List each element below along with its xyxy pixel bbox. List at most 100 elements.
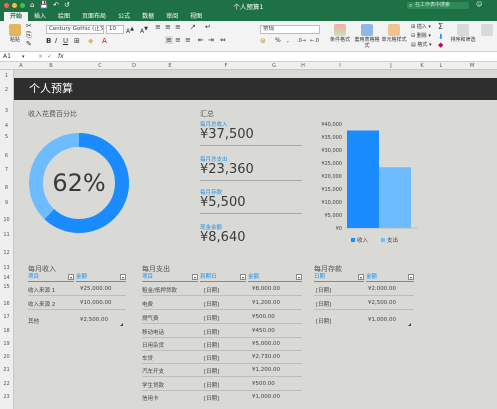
merge-center-icon[interactable]: ⇔	[220, 36, 226, 44]
tab-draw[interactable]: 绘图	[52, 12, 76, 21]
conditional-format-button[interactable]: 条件格式	[327, 24, 353, 43]
expense-item[interactable]: 汽车开支	[142, 367, 164, 375]
insert-function-button[interactable]: fx	[58, 52, 64, 62]
expense-due-date[interactable]: [日期]	[204, 354, 219, 362]
copy-icon[interactable]: ⎘	[26, 31, 32, 39]
expense-item[interactable]: 移动电话	[142, 328, 164, 336]
expense-item[interactable]: 信用卡	[142, 394, 159, 402]
chevron-down-icon[interactable]: ▾	[22, 52, 25, 62]
expense-amount[interactable]: ¥500.00	[252, 314, 275, 320]
income-amount[interactable]: ¥25,000.00	[80, 286, 112, 292]
expense-due-date[interactable]: [日期]	[204, 300, 219, 308]
row-header[interactable]: 7	[0, 167, 13, 173]
expense-due-date[interactable]: [日期]	[204, 394, 219, 402]
tab-data[interactable]: 数据	[136, 12, 160, 21]
insert-cells-button[interactable]: ⊞ 插入 ▾	[411, 23, 431, 30]
filter-dropdown-icon[interactable]: ▾	[408, 274, 414, 280]
row-header[interactable]: 14	[0, 275, 13, 281]
filter-dropdown-icon[interactable]: ▾	[68, 274, 74, 280]
savings-date[interactable]: [日期]	[316, 286, 331, 294]
filter-dropdown-icon[interactable]: ▾	[358, 274, 364, 280]
sheet-search-input[interactable]: ⌕ 在工作表中搜索	[407, 2, 469, 9]
row-header[interactable]: 21	[0, 367, 13, 373]
indent-decrease-icon[interactable]: ⇤	[198, 36, 204, 44]
expense-amount[interactable]: ¥500.00	[252, 381, 275, 387]
expense-due-date[interactable]: [日期]	[204, 341, 219, 349]
row-header[interactable]: 22	[0, 381, 13, 387]
column-header[interactable]: K	[414, 62, 430, 70]
row-header[interactable]: 12	[0, 250, 13, 256]
column-header[interactable]: L	[430, 62, 452, 70]
expense-amount[interactable]: ¥1,200.00	[252, 300, 280, 306]
row-header[interactable]: 11	[0, 232, 13, 238]
expense-amount[interactable]: ¥1,000.00	[252, 394, 280, 400]
row-header[interactable]: 6	[0, 153, 13, 159]
income-amount[interactable]: ¥10,000.00	[80, 300, 112, 306]
expense-due-date[interactable]: [日期]	[204, 328, 219, 336]
tab-insert[interactable]: 插入	[28, 12, 52, 21]
enter-icon[interactable]: ✓	[47, 52, 52, 62]
column-header[interactable]: D	[126, 62, 142, 70]
row-header[interactable]: 20	[0, 354, 13, 360]
column-header[interactable]: C	[74, 62, 126, 70]
expense-amount[interactable]: ¥2,730.00	[252, 354, 280, 360]
align-bottom-icon[interactable]: ≡	[175, 23, 181, 31]
number-format-select[interactable]: 常规	[260, 25, 320, 34]
row-header[interactable]: 18	[0, 328, 13, 334]
expense-item[interactable]: 电费	[142, 300, 153, 308]
formula-input[interactable]	[70, 52, 497, 62]
filter-dropdown-icon[interactable]: ▾	[240, 274, 246, 280]
income-item[interactable]: 收入来源 2	[28, 300, 55, 308]
expense-amount[interactable]: ¥5,000.00	[252, 341, 280, 347]
font-name-select[interactable]: Century Gothic (正文)	[46, 25, 104, 34]
column-header[interactable]: F	[198, 62, 254, 70]
row-header[interactable]: 3	[0, 108, 13, 114]
savings-amount[interactable]: ¥2,000.00	[368, 286, 396, 292]
find-select-button[interactable]	[474, 24, 497, 37]
cell-styles-button[interactable]: 单元格样式	[381, 24, 407, 43]
row-header[interactable]: 4	[0, 123, 13, 129]
delete-cells-button[interactable]: ⊟ 删除 ▾	[411, 32, 431, 39]
row-header[interactable]: 1	[0, 73, 13, 79]
row-header[interactable]: 19	[0, 341, 13, 347]
bold-button[interactable]: B	[46, 37, 51, 45]
borders-icon[interactable]: ⊞	[74, 37, 80, 45]
row-header[interactable]: 10	[0, 217, 13, 223]
row-header[interactable]: 5	[0, 134, 13, 140]
font-size-select[interactable]: 10	[106, 25, 124, 34]
expense-due-date[interactable]: [日期]	[204, 381, 219, 389]
underline-button[interactable]: U	[63, 37, 68, 45]
expense-due-date[interactable]: [日期]	[204, 314, 219, 322]
clear-icon[interactable]: ◆	[438, 41, 443, 49]
autosum-button[interactable]: Σ	[438, 23, 443, 31]
italic-button[interactable]: I	[55, 37, 57, 45]
align-top-icon[interactable]: ≡	[155, 23, 161, 31]
column-header[interactable]: A	[14, 62, 28, 70]
expense-due-date[interactable]: [日期]	[204, 286, 219, 294]
cancel-icon[interactable]: ×	[38, 52, 43, 62]
tab-formulas[interactable]: 公式	[112, 12, 136, 21]
expense-amount[interactable]: ¥1,200.00	[252, 367, 280, 373]
fill-icon[interactable]: ⬇	[438, 33, 444, 41]
table-resize-handle[interactable]	[120, 323, 123, 326]
paste-button[interactable]: 粘贴	[2, 24, 28, 43]
increase-decimal-icon[interactable]: .0→	[297, 37, 306, 45]
table-resize-handle[interactable]	[408, 323, 411, 326]
income-expense-chart[interactable]: ¥40,000 ¥35,000 ¥30,000 ¥25,000 ¥20,000 ¥15,0…	[303, 120, 423, 250]
tab-view[interactable]: 视图	[184, 12, 208, 21]
wrap-text-icon[interactable]: ↵	[205, 23, 211, 31]
align-left-icon[interactable]: ≡	[165, 36, 173, 44]
expense-due-date[interactable]: [日期]	[204, 367, 219, 375]
savings-amount[interactable]: ¥2,500.00	[368, 300, 396, 306]
font-color-icon[interactable]: A	[102, 37, 107, 45]
filter-dropdown-icon[interactable]: ▾	[192, 274, 198, 280]
expense-item[interactable]: 燃气费	[142, 314, 159, 322]
row-header[interactable]: 9	[0, 200, 13, 206]
expense-amount[interactable]: ¥8,000.00	[252, 286, 280, 292]
expense-item[interactable]: 日用杂货	[142, 341, 164, 349]
indent-increase-icon[interactable]: ⇥	[208, 36, 214, 44]
column-header[interactable]: M	[452, 62, 492, 70]
column-header[interactable]: I	[312, 62, 368, 70]
income-item[interactable]: 收入来源 1	[28, 286, 55, 294]
currency-icon[interactable]: ⊜	[260, 37, 266, 45]
